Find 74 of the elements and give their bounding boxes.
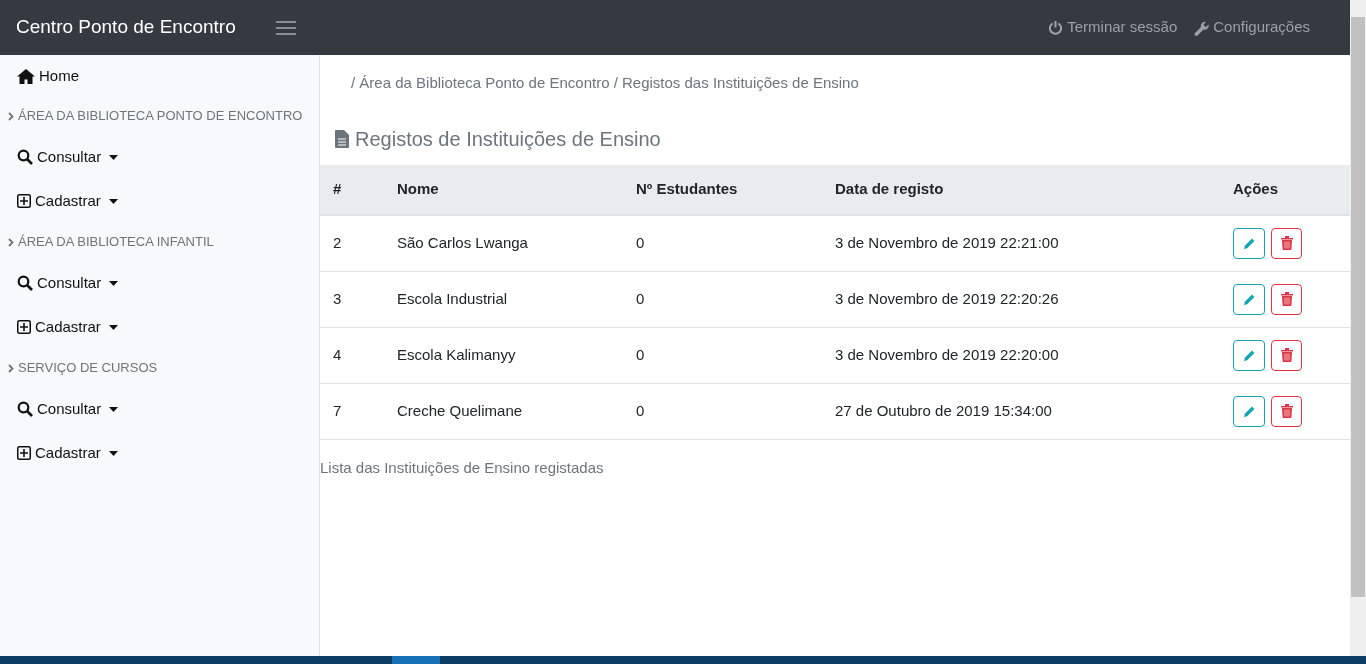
trash-icon xyxy=(1280,348,1293,362)
plus-square-icon xyxy=(17,320,31,334)
table-cell: 0 xyxy=(623,215,822,271)
delete-button[interactable] xyxy=(1271,339,1302,371)
table-cell: São Carlos Lwanga xyxy=(384,215,623,271)
chevron-icon xyxy=(8,237,14,247)
table-cell: 3 de Novembro de 2019 22:20:00 xyxy=(822,327,1220,383)
table-cell: Escola Kalimanyy xyxy=(384,327,623,383)
sidebar-section-heading: ÁREA DA BIBLIOTECA PONTO DE ENCONTRO xyxy=(0,97,319,135)
wrench-icon xyxy=(1193,19,1210,36)
caret-icon xyxy=(108,450,118,456)
table-cell: Creche Quelimane xyxy=(384,383,623,439)
caret-icon xyxy=(109,406,119,412)
dropdown-toggle[interactable]: Cadastrar xyxy=(17,305,118,349)
sidebar-section-heading: SERVIÇO DE CURSOS xyxy=(0,349,319,387)
chevron-icon xyxy=(8,363,14,373)
table-cell: 27 de Outubro de 2019 15:34:00 xyxy=(822,383,1220,439)
search-icon xyxy=(17,149,33,165)
caret-icon xyxy=(108,198,118,204)
delete-button[interactable] xyxy=(1271,227,1302,259)
table-cell: 2 xyxy=(320,215,384,271)
pencil-icon xyxy=(1242,348,1256,362)
trash-icon xyxy=(1280,404,1293,418)
table-cell: Escola Industrial xyxy=(384,271,623,327)
sidebar-section-heading: ÁREA DA BIBLIOTECA INFANTIL xyxy=(0,223,319,261)
brand-title[interactable]: Centro Ponto de Encontro xyxy=(16,13,276,42)
logout-link[interactable]: Terminar sessão xyxy=(1048,16,1178,39)
delete-button[interactable] xyxy=(1271,283,1302,315)
document-icon xyxy=(335,130,349,148)
table-cell: 3 xyxy=(320,271,384,327)
column-header: # xyxy=(320,165,384,215)
dropdown-toggle[interactable]: Consultar xyxy=(17,387,119,431)
column-header: Data de registo xyxy=(822,165,1220,215)
trash-icon xyxy=(1280,236,1293,251)
pencil-icon xyxy=(1242,404,1256,418)
table-cell: 0 xyxy=(623,271,822,327)
dropdown-toggle[interactable]: Consultar xyxy=(17,261,119,305)
menu-icon[interactable] xyxy=(276,19,296,36)
dropdown-toggle[interactable]: Cadastrar xyxy=(17,431,118,475)
table-caption: Lista das Instituições de Ensino registadas xyxy=(320,457,605,478)
table-cell: 7 xyxy=(320,383,384,439)
column-header: Ações xyxy=(1220,165,1350,215)
home-icon xyxy=(17,68,35,84)
column-header: Nome xyxy=(384,165,623,215)
table-cell: 3 de Novembro de 2019 22:21:00 xyxy=(822,215,1220,271)
edit-button[interactable] xyxy=(1233,283,1265,315)
table-cell: 4 xyxy=(320,327,384,383)
plus-square-icon xyxy=(17,446,31,460)
column-header: Nº Estudantes xyxy=(623,165,822,215)
table-cell: 0 xyxy=(623,383,822,439)
search-icon xyxy=(17,401,33,417)
caret-icon xyxy=(108,324,118,330)
home-link[interactable]: Home xyxy=(0,55,87,97)
table-cell: 0 xyxy=(623,327,822,383)
delete-button[interactable] xyxy=(1271,395,1302,427)
chevron-icon xyxy=(8,111,14,121)
plus-square-icon xyxy=(17,194,31,208)
dropdown-toggle[interactable]: Consultar xyxy=(17,135,119,179)
trash-icon xyxy=(1280,292,1293,306)
edit-button[interactable] xyxy=(1233,339,1265,371)
search-icon xyxy=(17,275,33,291)
settings-link[interactable]: Configurações xyxy=(1193,16,1310,39)
dropdown-toggle[interactable]: Cadastrar xyxy=(17,179,118,223)
caret-icon xyxy=(109,154,119,160)
breadcrumb: / Área da Biblioteca Ponto de Encontro / Registos das Instituições de Ensino xyxy=(350,73,860,93)
caret-icon xyxy=(109,280,119,286)
page-heading: Registos de Instituições de Ensino xyxy=(355,127,661,152)
edit-button[interactable] xyxy=(1233,395,1265,427)
edit-button[interactable] xyxy=(1233,227,1265,259)
power-icon xyxy=(1048,20,1064,35)
table-cell: 3 de Novembro de 2019 22:20:26 xyxy=(822,271,1220,327)
scrollbar[interactable] xyxy=(1350,0,1366,656)
pencil-icon xyxy=(1242,236,1256,250)
pencil-icon xyxy=(1242,292,1256,306)
